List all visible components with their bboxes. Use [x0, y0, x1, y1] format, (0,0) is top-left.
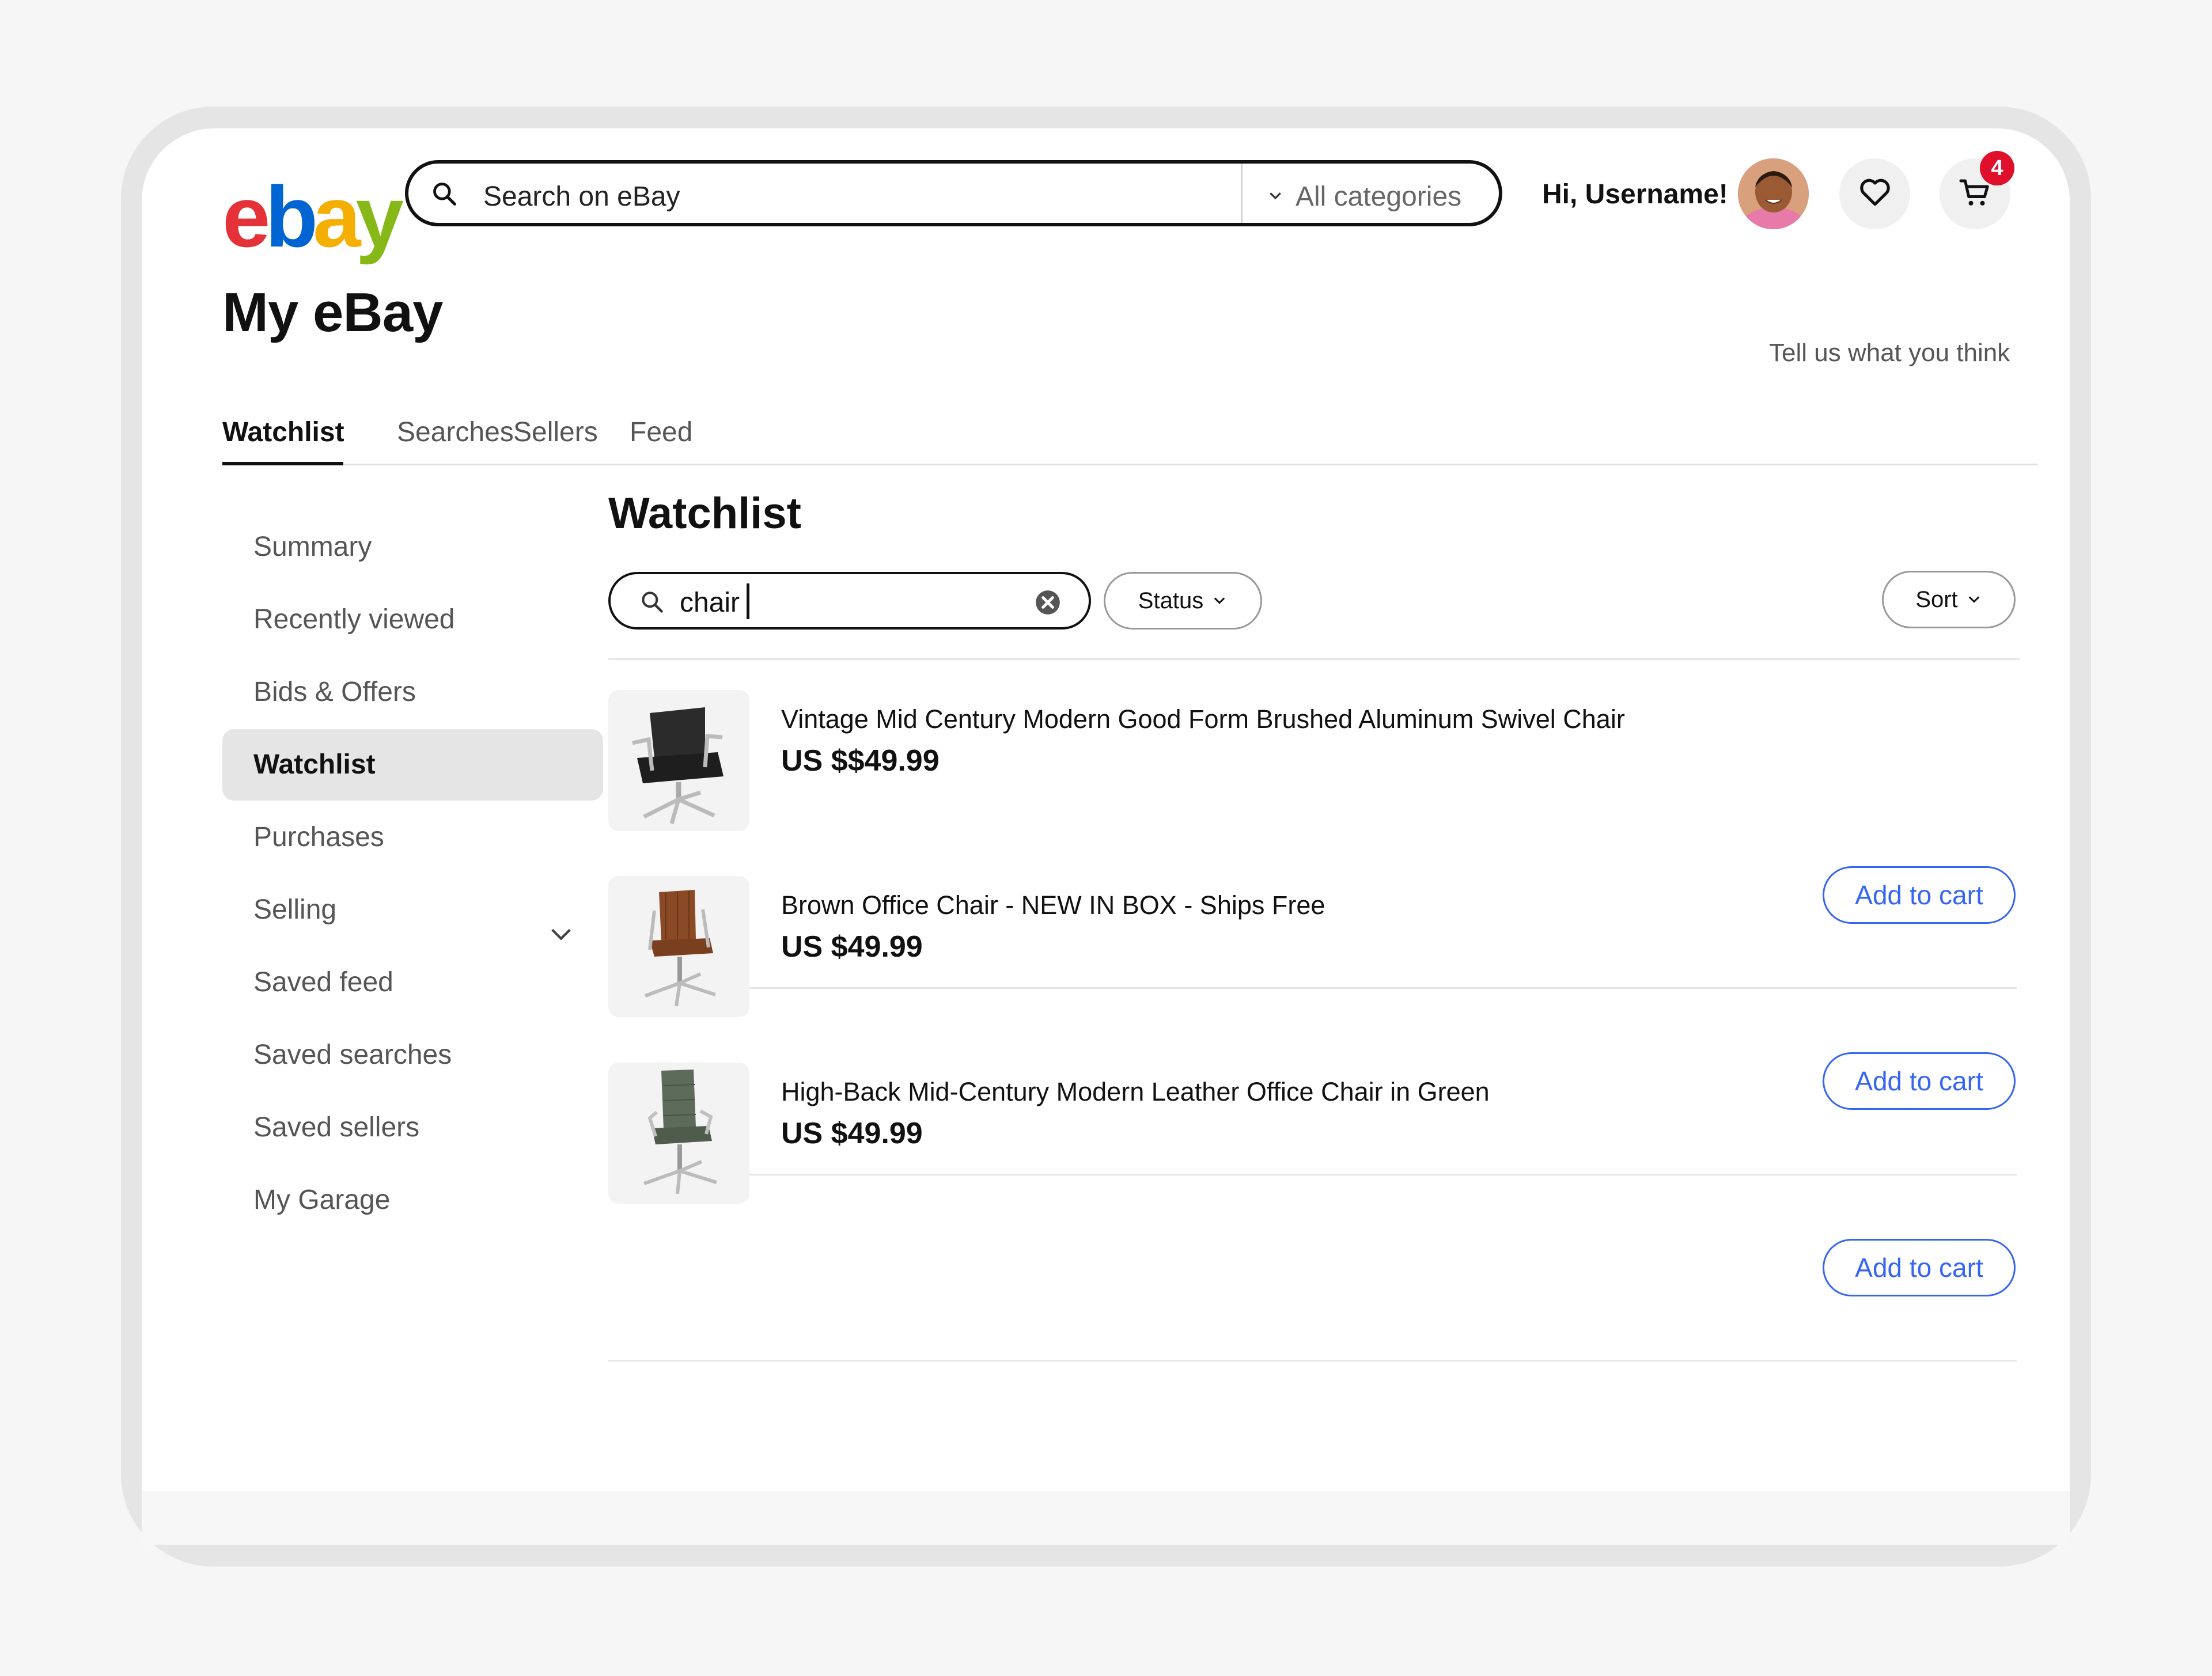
- item-thumbnail[interactable]: [608, 876, 749, 1017]
- item-title[interactable]: Vintage Mid Century Modern Good Form Bru…: [781, 704, 1625, 734]
- item-thumbnail[interactable]: [608, 690, 749, 831]
- sidebar-item-saved-searches[interactable]: Saved searches: [222, 1019, 603, 1091]
- active-tab-indicator: [222, 462, 343, 465]
- user-greeting[interactable]: Hi, Username!: [1542, 179, 1728, 210]
- item-title[interactable]: Brown Office Chair - NEW IN BOX - Ships …: [781, 890, 1325, 920]
- sort-button[interactable]: Sort: [1882, 571, 2016, 628]
- avatar[interactable]: [1738, 158, 1809, 229]
- text-cursor: [747, 583, 749, 619]
- app-screen: ebay Search on eBay All categories Hi, U…: [142, 128, 2070, 1545]
- chevron-down-icon: [1966, 587, 1982, 613]
- search-icon: [431, 181, 457, 209]
- logo-letter: e: [222, 168, 270, 265]
- add-to-cart-button[interactable]: Add to cart: [1823, 1052, 2016, 1110]
- cart-count-badge: 4: [1980, 151, 2014, 185]
- page-footer: [142, 1491, 2070, 1545]
- sidebar-item-saved-sellers[interactable]: Saved sellers: [222, 1092, 603, 1163]
- tab-searches[interactable]: Searches: [397, 416, 514, 448]
- logo-letter: a: [313, 168, 361, 265]
- sidebar-item-summary[interactable]: Summary: [222, 511, 603, 583]
- item-price: US $$49.99: [781, 744, 940, 778]
- sidebar-item-selling[interactable]: Selling: [222, 874, 603, 946]
- section-title: Watchlist: [608, 489, 801, 538]
- status-filter-label: Status: [1138, 587, 1204, 613]
- chevron-down-icon: [1211, 588, 1228, 614]
- logo-letter: y: [355, 168, 404, 265]
- item-title[interactable]: High-Back Mid-Century Modern Leather Off…: [781, 1077, 1490, 1107]
- chevron-down-icon: [1267, 187, 1284, 207]
- sidebar-item-label: Selling: [253, 894, 337, 925]
- add-to-cart-button[interactable]: Add to cart: [1823, 1239, 2016, 1296]
- sidebar-item-watchlist[interactable]: Watchlist: [222, 729, 603, 801]
- tab-feed[interactable]: Feed: [630, 416, 692, 448]
- ebay-logo[interactable]: ebay: [222, 168, 404, 265]
- search-divider: [1241, 164, 1243, 223]
- clear-icon[interactable]: [1033, 588, 1062, 620]
- list-divider: [608, 1360, 2017, 1362]
- heart-icon: [1857, 175, 1893, 213]
- list-divider: [608, 1174, 2017, 1176]
- list-divider: [608, 987, 2017, 989]
- sort-label: Sort: [1915, 586, 1958, 612]
- search-input[interactable]: Search on eBay: [483, 181, 680, 213]
- sidebar-item-recently-viewed[interactable]: Recently viewed: [222, 584, 603, 655]
- watchlist-button[interactable]: [1839, 158, 1910, 229]
- watchlist-filter-input[interactable]: chair: [680, 587, 740, 619]
- search-icon: [639, 589, 665, 617]
- list-divider: [608, 658, 2020, 660]
- item-thumbnail[interactable]: [608, 1063, 749, 1204]
- tab-watchlist[interactable]: Watchlist: [222, 416, 344, 448]
- device-frame: ebay Search on eBay All categories Hi, U…: [121, 107, 2091, 1567]
- item-price: US $49.99: [781, 1117, 923, 1150]
- tab-sellers[interactable]: Sellers: [513, 416, 598, 448]
- feedback-link[interactable]: Tell us what you think: [1769, 339, 2010, 367]
- logo-letter: b: [265, 168, 318, 265]
- item-price: US $49.99: [781, 930, 923, 964]
- sidebar-item-bids-offers[interactable]: Bids & Offers: [222, 657, 603, 728]
- add-to-cart-button[interactable]: Add to cart: [1823, 866, 2016, 924]
- tabs-divider: [222, 464, 2038, 465]
- global-search-bar[interactable]: Search on eBay All categories: [405, 160, 1502, 226]
- sidebar-item-saved-feed[interactable]: Saved feed: [222, 947, 603, 1018]
- sidebar-item-my-garage[interactable]: My Garage: [222, 1165, 603, 1236]
- watchlist-filter-field[interactable]: chair: [608, 572, 1091, 630]
- status-filter-button[interactable]: Status: [1104, 572, 1262, 630]
- category-select[interactable]: All categories: [1296, 181, 1461, 213]
- sidebar-item-purchases[interactable]: Purchases: [222, 802, 603, 873]
- page-title: My eBay: [222, 282, 444, 343]
